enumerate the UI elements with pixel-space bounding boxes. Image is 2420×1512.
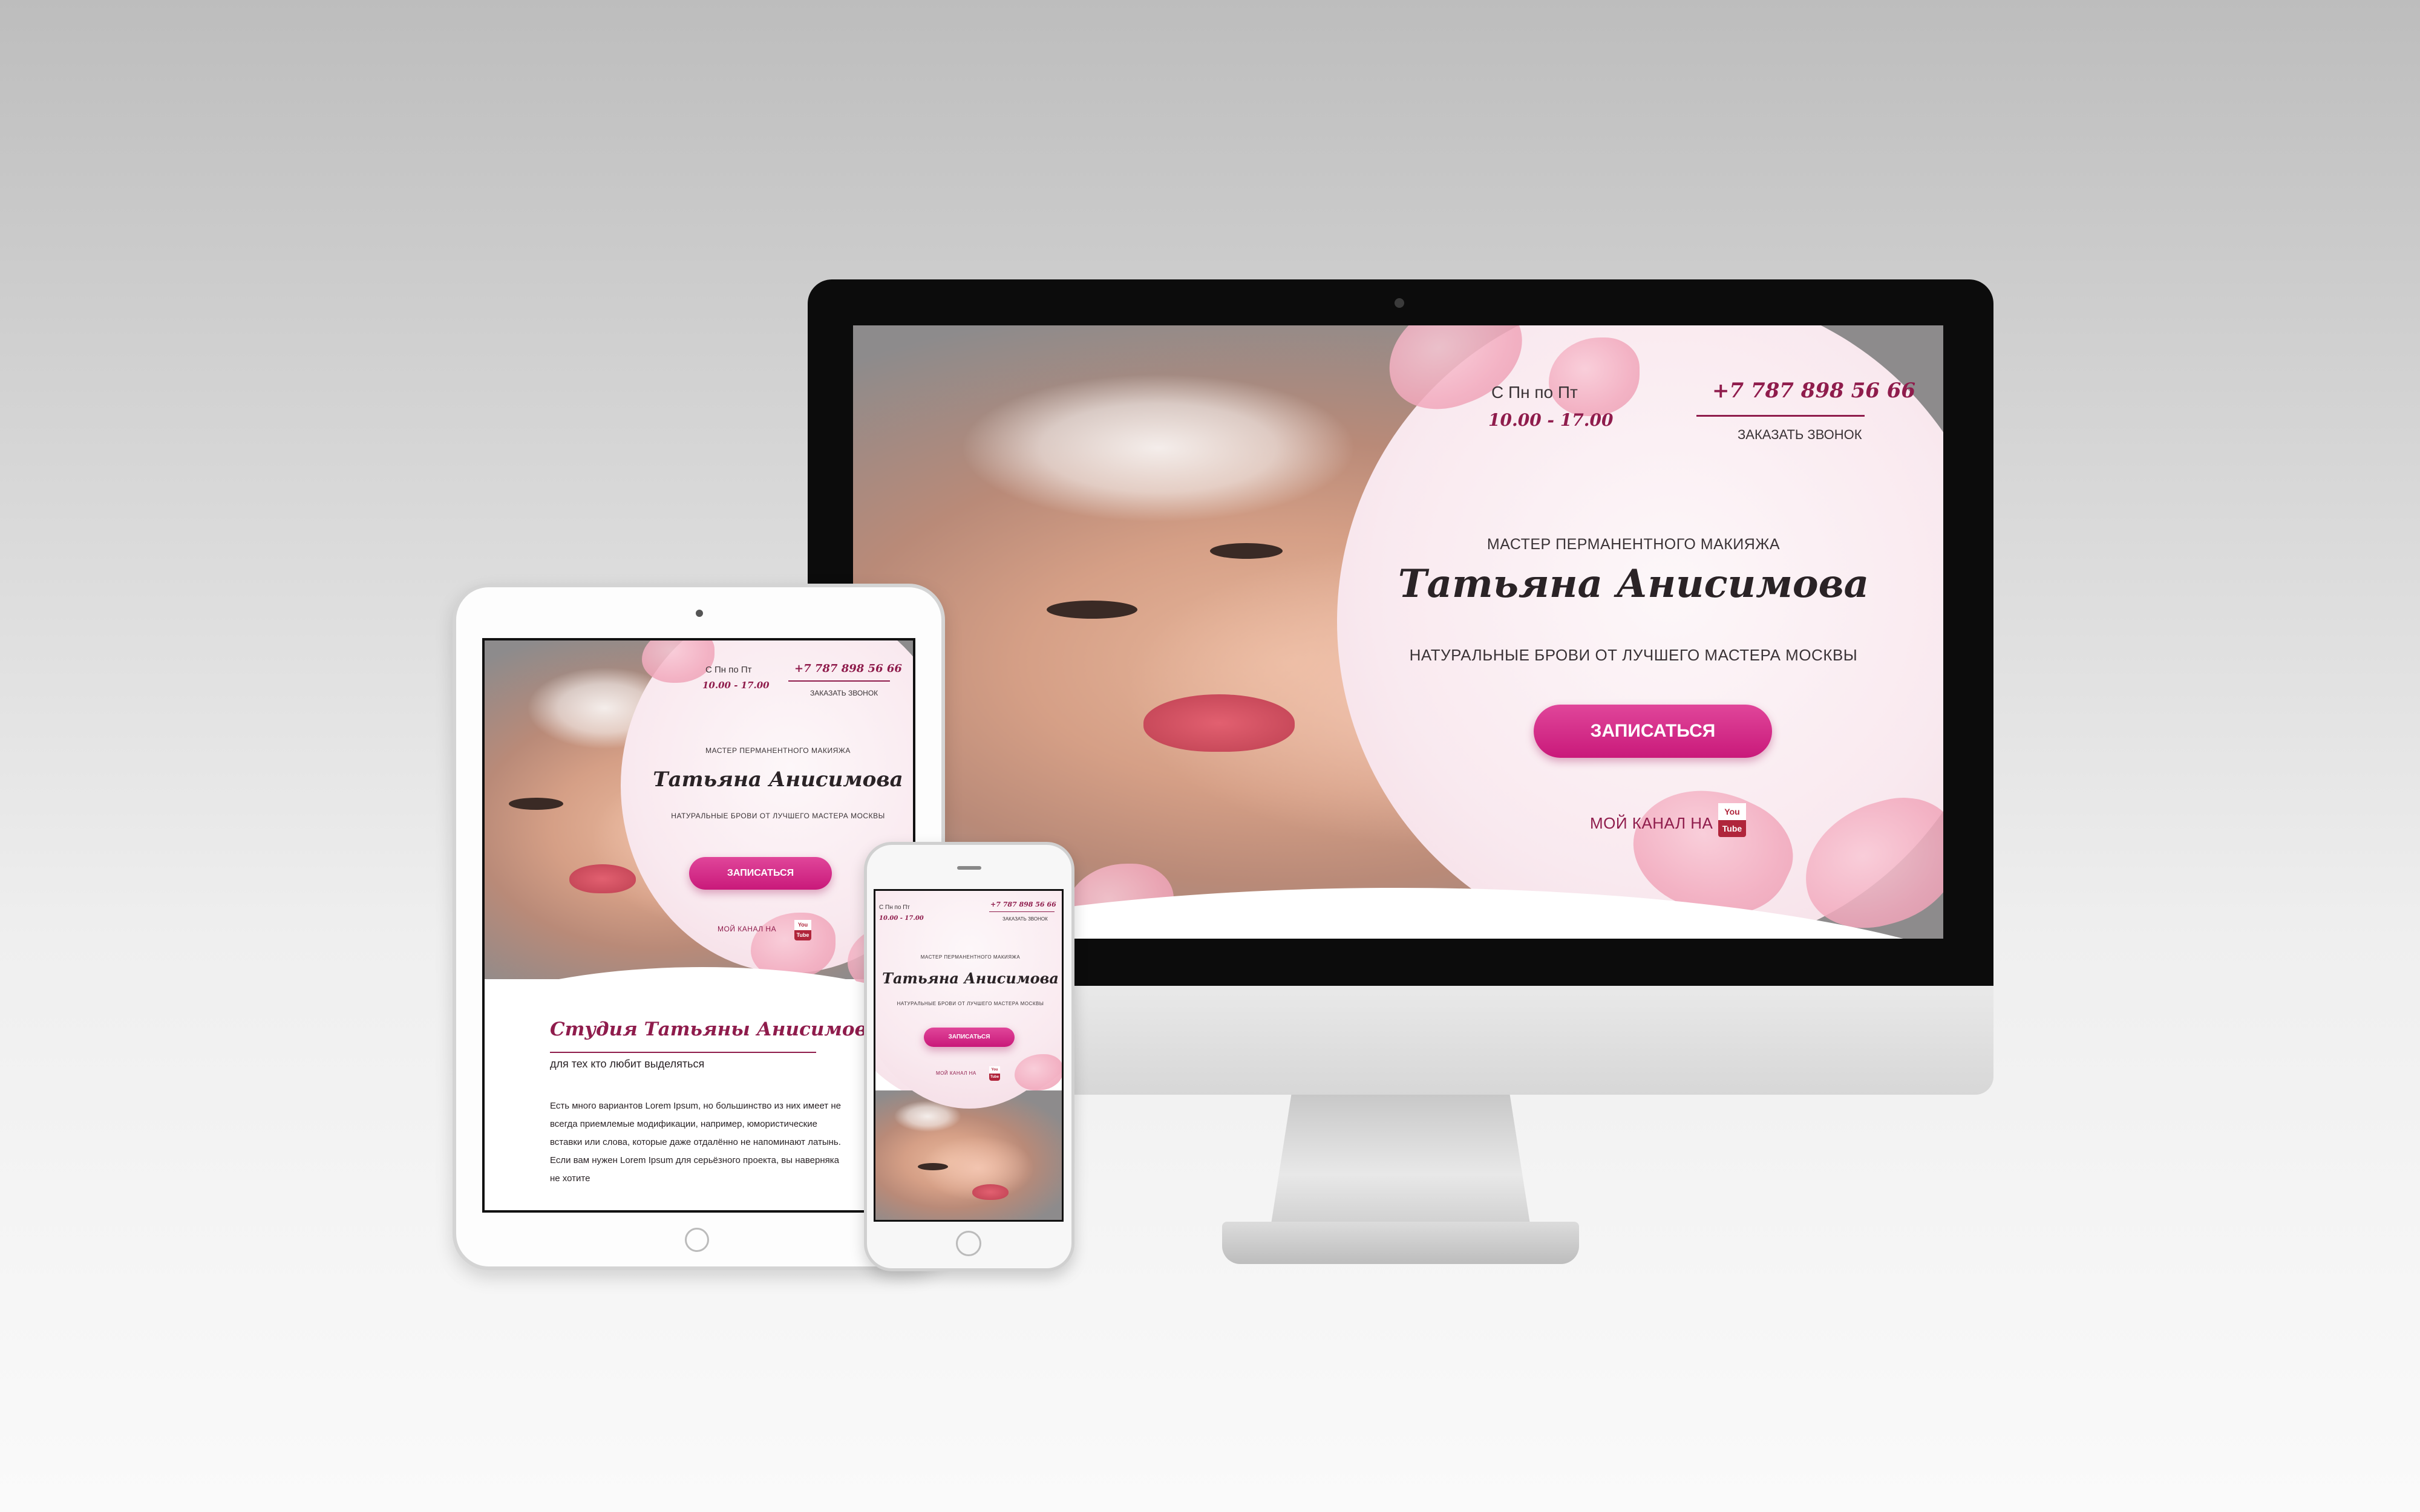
signup-button[interactable]: ЗАПИСАТЬСЯ: [689, 857, 832, 890]
phone-link[interactable]: +7 787 898 56 66: [794, 662, 902, 675]
youtube-icon-bottom: Tube: [796, 932, 809, 938]
studio-body: Есть много вариантов Lorem Ipsum, но бол…: [550, 1101, 841, 1184]
phone-link[interactable]: +7 787 898 56 66: [990, 901, 1056, 908]
youtube-icon[interactable]: You Tube: [794, 920, 811, 940]
page-title: Татьяна Анисимова: [882, 969, 1059, 987]
youtube-icon[interactable]: You Tube: [1718, 803, 1746, 837]
studio-title: Студия Татьяны Анисимовой: [550, 1018, 894, 1040]
youtube-icon-bottom: Tube: [990, 1075, 999, 1079]
callback-link[interactable]: ЗАКАЗАТЬ ЗВОНОК: [810, 689, 878, 697]
hero-photo-eye: [918, 1163, 948, 1170]
channel-label: МОЙ КАНАЛ НА: [1590, 814, 1713, 832]
hours-value: 10.00 - 17.00: [702, 680, 770, 691]
role-label: МАСТЕР ПЕРМАНЕНТНОГО МАКИЯЖА: [920, 954, 1021, 960]
phone-underline: [1696, 415, 1865, 417]
youtube-icon-bottom: Tube: [1722, 824, 1742, 833]
phone-underline: [989, 911, 1055, 912]
hours-label: С Пн по Пт: [705, 665, 752, 675]
page-title: Татьяна Анисимова: [653, 767, 903, 792]
page-title: Татьяна Анисимова: [1398, 561, 1869, 607]
channel-label: МОЙ КАНАЛ НА: [718, 925, 777, 933]
hours-label: С Пн по Пт: [1491, 383, 1578, 402]
home-button[interactable]: [685, 1228, 709, 1252]
callback-link[interactable]: ЗАКАЗАТЬ ЗВОНОК: [1002, 916, 1048, 922]
tablet-landing-page: С Пн по Пт 10.00 - 17.00 +7 787 898 56 6…: [482, 638, 915, 1213]
hero-photo-eye: [509, 798, 563, 810]
camera-icon: [696, 610, 703, 617]
callback-link[interactable]: ЗАКАЗАТЬ ЗВОНОК: [1738, 427, 1862, 443]
imac-base: [1222, 1222, 1579, 1264]
role-label: МАСТЕР ПЕРМАНЕНТНОГО МАКИЯЖА: [1486, 536, 1781, 553]
youtube-icon-top: You: [1718, 803, 1746, 820]
camera-icon: [1395, 298, 1404, 308]
tagline: НАТУРАЛЬНЫЕ БРОВИ ОТ ЛУЧШЕГО МАСТЕРА МОС…: [1409, 646, 1858, 664]
home-button[interactable]: [956, 1231, 981, 1256]
youtube-icon[interactable]: You Tube: [989, 1066, 1000, 1081]
hero-photo-eye: [1210, 543, 1283, 559]
signup-button[interactable]: ЗАПИСАТЬСЯ: [1534, 705, 1772, 758]
youtube-icon-top: You: [989, 1066, 1000, 1074]
role-label: МАСТЕР ПЕРМАНЕНТНОГО МАКИЯЖА: [705, 746, 851, 755]
youtube-icon-top: You: [794, 920, 811, 930]
hero-photo-eye: [1047, 601, 1137, 619]
channel-label: МОЙ КАНАЛ НА: [936, 1070, 976, 1076]
hero-photo: [875, 1090, 1062, 1220]
studio-title-underline: [550, 1052, 816, 1053]
tagline: НАТУРАЛЬНЫЕ БРОВИ ОТ ЛУЧШЕГО МАСТЕРА МОС…: [671, 812, 885, 820]
hours-value: 10.00 - 17.00: [879, 915, 924, 922]
studio-subtitle: для тех кто любит выделяться: [550, 1058, 705, 1070]
speaker-icon: [957, 866, 981, 870]
signup-button[interactable]: ЗАПИСАТЬСЯ: [924, 1028, 1015, 1047]
hours-value: 10.00 - 17.00: [1488, 410, 1614, 430]
mobile-landing-page: С Пн по Пт 10.00 - 17.00 +7 787 898 56 6…: [874, 889, 1064, 1222]
hours-label: С Пн по Пт: [879, 904, 911, 911]
phone-underline: [788, 680, 890, 682]
hero-photo-lips: [1143, 694, 1295, 752]
hero-photo-lips: [972, 1184, 1009, 1200]
imac-stand: [1270, 1095, 1531, 1228]
hero-photo-lips: [569, 864, 636, 893]
phone-link[interactable]: +7 787 898 56 66: [1712, 379, 1915, 403]
tagline: НАТУРАЛЬНЫЕ БРОВИ ОТ ЛУЧШЕГО МАСТЕРА МОС…: [897, 1001, 1044, 1006]
